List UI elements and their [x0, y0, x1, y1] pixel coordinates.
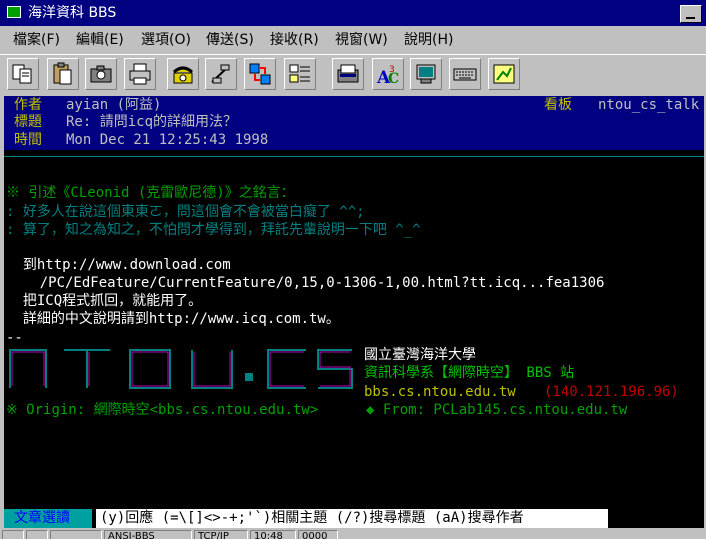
- board-label: 看板: [544, 97, 572, 113]
- print-icon: [129, 63, 151, 85]
- counter-status: 0000: [298, 530, 338, 539]
- signature-host: bbs.cs.ntou.edu.tw: [364, 384, 516, 400]
- signature-university: 國立臺灣海洋大學: [364, 347, 476, 363]
- time-value: Mon Dec 21 12:25:43 1998: [66, 132, 269, 148]
- quote-line: : 算了，知之為知之，不怕問才學得到，拜託先輩說明一下吧 ^_^: [6, 222, 421, 238]
- menu-receive[interactable]: 接收(R): [270, 31, 319, 49]
- protocol-status: TCP/IP: [194, 530, 248, 539]
- keyboard-button[interactable]: [449, 58, 481, 90]
- window-title: 海洋資科 BBS: [28, 5, 117, 21]
- title-label: 標題: [14, 114, 42, 130]
- menu-file[interactable]: 檔案(F): [13, 31, 60, 49]
- minimize-icon: [686, 17, 695, 19]
- connection-status-icon: [26, 530, 48, 539]
- status-bar: ANSI-BBS TCP/IP 10:48 0000: [0, 529, 706, 539]
- camera-icon: [90, 65, 112, 83]
- paste-icon: [53, 62, 72, 85]
- properties-button[interactable]: [284, 58, 316, 90]
- toolbar: AC3: [0, 54, 706, 96]
- bbs-help-line: 文章選讀 (y)回應 (=\[]<>-+;'`)相關主題 (/?)搜尋標題 (a…: [4, 509, 704, 528]
- copy-icon: [12, 64, 32, 84]
- connect-icon: [249, 63, 271, 85]
- snapshot-button[interactable]: [85, 58, 117, 90]
- body-line: 到http://www.download.com: [6, 257, 231, 273]
- menu-bar: 檔案(F) 編輯(E) 選項(O) 傳送(S) 接收(R) 視窗(W) 說明(H…: [0, 28, 706, 52]
- signature-department: 資訊科學系【網際時空】 BBS 站: [364, 365, 575, 381]
- menu-window[interactable]: 視窗(W): [335, 31, 388, 49]
- capture-icon: [493, 64, 515, 84]
- print-button[interactable]: [124, 58, 156, 90]
- board-value: ntou_cs_talk: [598, 97, 700, 113]
- file-transfer-button[interactable]: [332, 58, 364, 90]
- mode-label: 文章選讀: [14, 510, 70, 526]
- properties-icon: [289, 64, 310, 83]
- phone-dial-icon: [173, 66, 193, 84]
- signature-ip: (140.121.196.96): [544, 384, 679, 400]
- body-line: 把ICQ程式抓回，就能用了。: [6, 293, 203, 309]
- bbs-terminal-screen[interactable]: 作者 ayian (阿益) 看板 ntou_cs_talk 標題 Re: 請問i…: [4, 96, 704, 528]
- emulation-status: ANSI-BBS: [104, 530, 192, 539]
- body-line: 詳細的中文說明請到http://www.icq.com.tw。: [6, 311, 340, 327]
- status-cell: [2, 530, 24, 539]
- font-button[interactable]: AC3: [372, 58, 404, 90]
- quote-header: ※ 引述《CLeonid (克雷歐尼德)》之銘言：: [6, 185, 295, 201]
- origin-line: ※ Origin: 網際時空<bbs.cs.ntou.edu.tw>: [6, 402, 319, 418]
- help-text: (y)回應 (=\[]<>-+;'`)相關主題 (/?)搜尋標題 (aA)搜尋作…: [100, 510, 524, 526]
- menu-edit[interactable]: 編輯(E): [76, 31, 124, 49]
- author-value: ayian (阿益): [66, 97, 162, 113]
- ntou-cs-logo: [9, 349, 353, 389]
- menu-options[interactable]: 選項(O): [141, 31, 191, 49]
- terminal-app-icon[interactable]: [7, 6, 21, 18]
- header-separator: [4, 156, 704, 157]
- file-transfer-icon: [337, 64, 359, 83]
- capture-button[interactable]: [488, 58, 520, 90]
- menu-send[interactable]: 傳送(S): [206, 31, 254, 49]
- font-icon: AC3: [376, 65, 399, 86]
- paste-button[interactable]: [47, 58, 79, 90]
- connect-button[interactable]: [244, 58, 276, 90]
- menu-help[interactable]: 說明(H): [404, 31, 453, 49]
- clock-status: 10:48: [250, 530, 296, 539]
- keyboard-icon: [453, 68, 477, 81]
- status-cell: [50, 530, 102, 539]
- time-label: 時間: [14, 132, 42, 148]
- monitor-icon: [416, 64, 436, 84]
- hangup-button[interactable]: [205, 58, 237, 90]
- svg-text:3: 3: [389, 65, 395, 75]
- author-label: 作者: [14, 97, 42, 113]
- minimize-button[interactable]: [680, 5, 702, 23]
- screen-button[interactable]: [410, 58, 442, 90]
- hangup-icon: [211, 64, 230, 84]
- quote-line: : 好多人在說這個東東ㄛ，問這個會不會被當白癡了 ^^;: [6, 204, 365, 220]
- body-line: /PC/EdFeature/CurrentFeature/0,15,0-1306…: [6, 275, 605, 291]
- title-value: Re: 請問icq的詳細用法？: [66, 114, 238, 130]
- copy-button[interactable]: [7, 58, 39, 90]
- title-bar: 海洋資科 BBS: [0, 0, 706, 26]
- from-line: ◆ From: PCLab145.cs.ntou.edu.tw: [366, 402, 628, 418]
- dial-button[interactable]: [167, 58, 199, 90]
